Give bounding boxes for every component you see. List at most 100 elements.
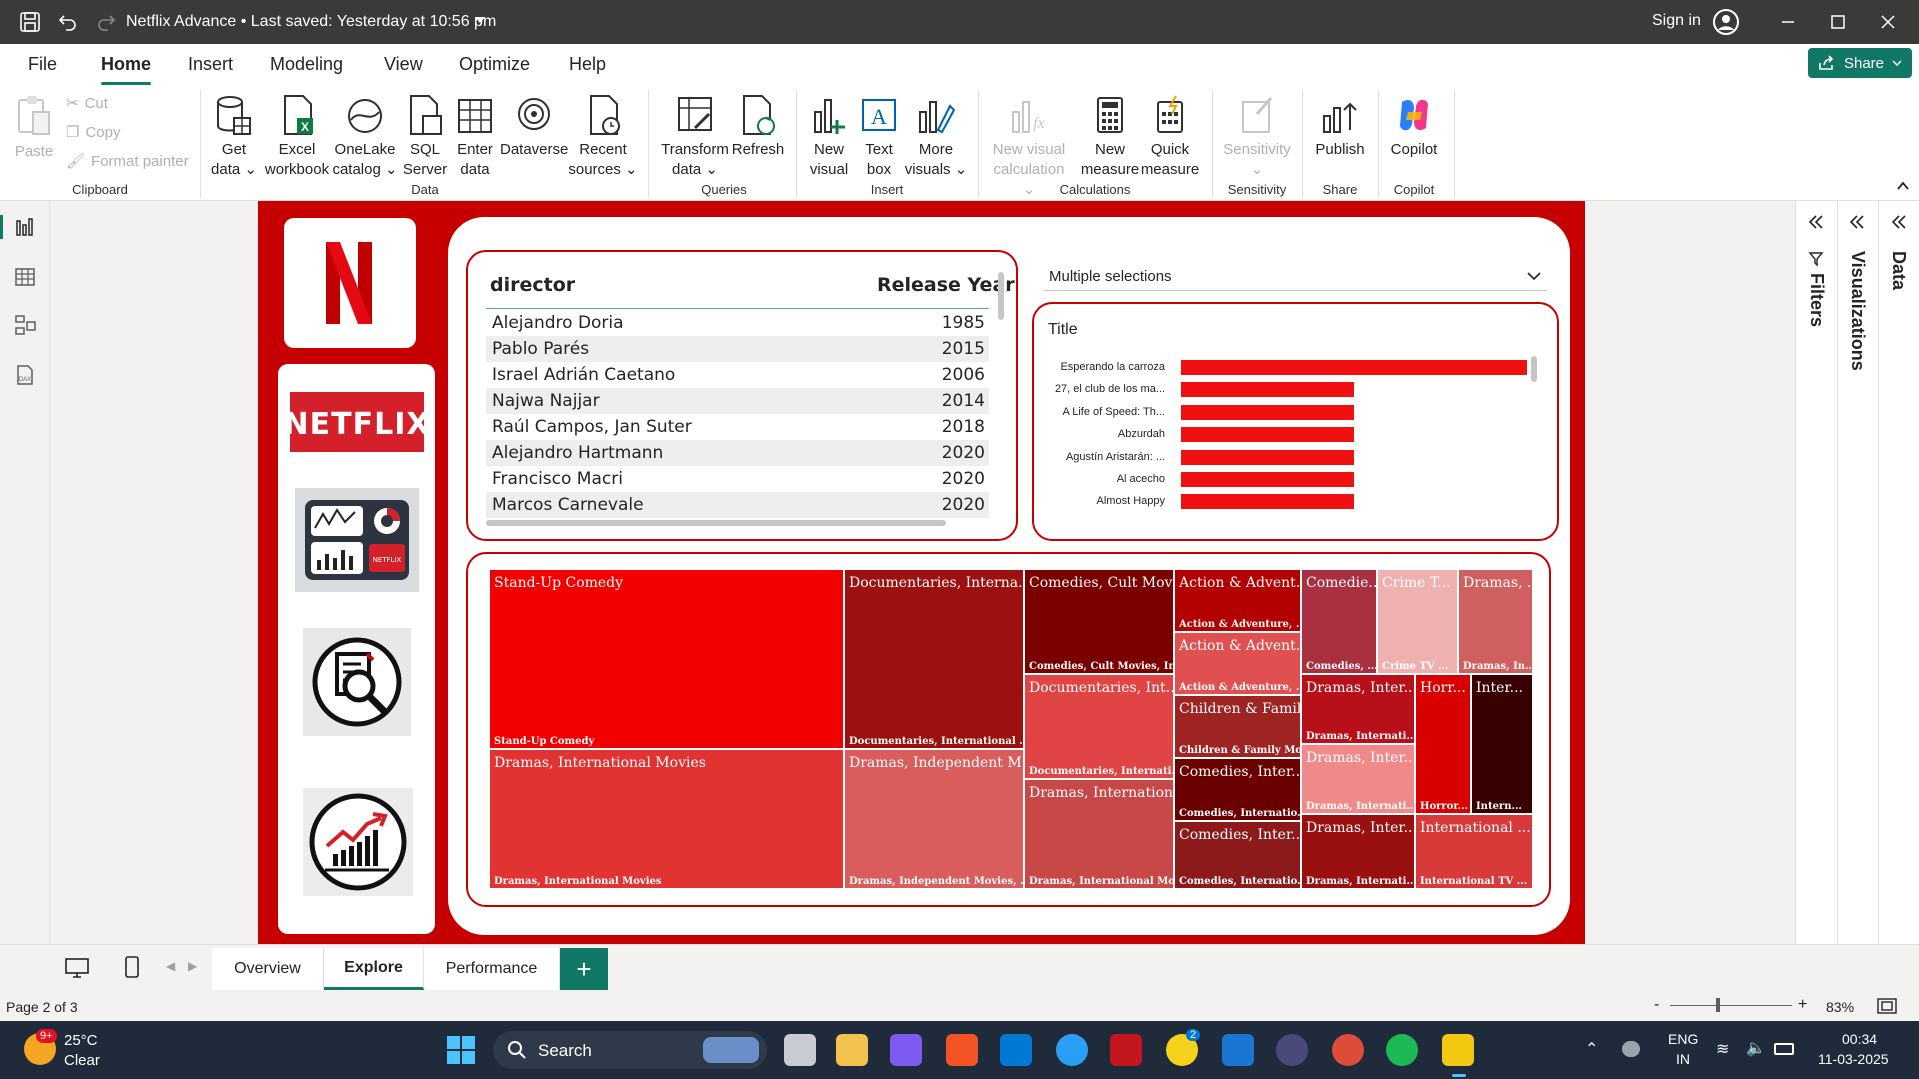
dax-query-view-icon[interactable]: DAX [13, 363, 37, 387]
report-view-icon[interactable] [13, 215, 37, 239]
treemap-tile[interactable]: Dramas, Independent M... Dramas, Independ… [844, 749, 1024, 889]
title-slicer-dropdown[interactable]: Multiple selections [1043, 261, 1547, 291]
add-page-button[interactable]: + [560, 948, 608, 990]
format-painter-button[interactable]: 🖌 Format painter [66, 152, 189, 171]
arc-browser-icon[interactable] [1276, 1034, 1308, 1066]
chrome-icon[interactable] [1332, 1034, 1364, 1066]
table-row[interactable]: Raúl Campos, Jan Suter 2018 [486, 414, 989, 440]
director-table-visual[interactable]: director Release Year Alejandro Doria 198… [466, 250, 1018, 541]
language-indicator[interactable]: ENG [1668, 1031, 1698, 1047]
treemap-tile[interactable]: Comedies, Cult Movi... Comedies, Cult Mov… [1024, 569, 1174, 674]
treemap-tile[interactable]: Dramas, Inter... Dramas, Internati... [1301, 814, 1415, 889]
recent-sources-button[interactable]: Recent sources ⌄ [568, 94, 638, 180]
quick-measure-button[interactable]: Quick measure [1140, 94, 1200, 180]
wifi-icon[interactable]: ≋ [1716, 1039, 1729, 1059]
minimize-icon[interactable] [1776, 10, 1800, 34]
onelake-catalog-button[interactable]: OneLake catalog ⌄ [332, 94, 398, 180]
table-row[interactable]: Alejandro Doria 1985 [486, 310, 989, 336]
enter-data-button[interactable]: Enter data [450, 94, 500, 180]
filters-pane-label[interactable]: Filters [1806, 273, 1827, 327]
taskbar-search[interactable]: Search [493, 1031, 767, 1069]
tab-home[interactable]: Home [101, 54, 152, 85]
zoom-in-button[interactable]: + [1798, 996, 1807, 1014]
table-row[interactable]: Najwa Najjar 2014 [486, 388, 989, 414]
treemap-tile[interactable]: Dramas, Inter... Dramas, Internati... [1301, 744, 1415, 814]
tab-help[interactable]: Help [569, 54, 606, 75]
chevron-down-icon[interactable] [474, 14, 486, 26]
task-view-icon[interactable] [784, 1034, 816, 1066]
scroll-pages-left-icon[interactable]: ◀ [166, 959, 175, 973]
tab-file[interactable]: File [28, 54, 57, 75]
tab-insert[interactable]: Insert [188, 54, 233, 75]
treemap-tile[interactable]: Action & Advent... Action & Adventure, ..… [1174, 569, 1301, 632]
page-tab-overview[interactable]: Overview [212, 948, 324, 990]
undo-icon[interactable] [56, 10, 80, 34]
table-row[interactable]: Francisco Macri 2020 [486, 466, 989, 492]
bar[interactable] [1181, 494, 1354, 510]
genre-treemap-visual[interactable]: Stand-Up Comedy Stand-Up Comedy Dramas, In… [466, 552, 1551, 907]
treemap-tile[interactable]: Comedie... Comedies, ... [1301, 569, 1377, 674]
treemap-tile[interactable]: Comedies, Inter... Comedies, Internatio..… [1174, 758, 1301, 821]
microsoft-store-icon[interactable] [946, 1034, 978, 1066]
bar[interactable] [1181, 449, 1354, 465]
file-explorer-icon[interactable] [836, 1034, 868, 1066]
copy-button[interactable]: ❐ Copy [66, 123, 120, 142]
table-header-release-year[interactable]: Release Year [877, 274, 1015, 296]
battery-icon[interactable] [1774, 1043, 1794, 1055]
spotify-icon[interactable] [1386, 1034, 1418, 1066]
tab-modeling[interactable]: Modeling [270, 54, 343, 75]
show-hidden-icons-icon[interactable]: ⌃ [1585, 1039, 1598, 1059]
fit-to-page-icon[interactable] [1876, 997, 1898, 1015]
treemap-tile[interactable]: Dramas, International Movies Dramas, Inte… [489, 749, 844, 889]
bar[interactable] [1181, 360, 1527, 375]
bar[interactable] [1181, 472, 1354, 487]
new-measure-button[interactable]: New measure [1080, 94, 1140, 180]
mcafee-icon[interactable] [1110, 1034, 1142, 1066]
copilot-taskbar-icon[interactable] [890, 1034, 922, 1066]
sql-server-button[interactable]: SQL Server [398, 94, 452, 180]
onedrive-icon[interactable] [1622, 1041, 1640, 1057]
clock-time[interactable]: 00:34 [1842, 1031, 1877, 1047]
horizontal-scrollbar[interactable] [486, 520, 946, 526]
excel-workbook-button[interactable]: X Excel workbook [262, 94, 332, 180]
save-icon[interactable] [18, 10, 42, 34]
account-icon[interactable] [1712, 8, 1740, 36]
transform-data-button[interactable]: Transform data ⌄ [658, 94, 732, 180]
treemap-tile[interactable]: Action & Advent... Action & Adventure, ..… [1174, 632, 1301, 695]
table-header-director[interactable]: director [490, 274, 575, 296]
bar[interactable] [1181, 404, 1354, 420]
clock-date[interactable]: 11-03-2025 [1818, 1051, 1889, 1067]
region-indicator[interactable]: IN [1676, 1051, 1690, 1067]
new-visual-button[interactable]: New visual [804, 94, 854, 180]
sensitivity-button[interactable]: Sensitivity ⌄ [1222, 94, 1292, 180]
treemap-tile[interactable]: Inter... Intern... [1471, 674, 1533, 814]
treemap-tile[interactable]: Documentaries, Interna... Documentaries, … [844, 569, 1024, 749]
table-row[interactable]: Israel Adrián Caetano 2006 [486, 362, 989, 388]
visualizations-pane-label[interactable]: Visualizations [1847, 251, 1868, 371]
model-view-icon[interactable] [13, 313, 37, 337]
treemap-tile[interactable]: Dramas, Inter... Dramas, Internati... [1301, 674, 1415, 744]
page-tab-performance[interactable]: Performance [424, 948, 560, 990]
treemap-tile[interactable]: Dramas, Internation... Dramas, Internatio… [1024, 779, 1174, 889]
publish-button[interactable]: Publish [1310, 94, 1370, 160]
treemap-tile[interactable]: Horr... Horror... [1415, 674, 1471, 814]
bar-chart-scrollbar[interactable] [1531, 356, 1537, 382]
close-icon[interactable] [1876, 10, 1900, 34]
copilot-button[interactable]: Copilot [1384, 94, 1444, 160]
windows-start-icon[interactable] [446, 1035, 476, 1065]
tab-optimize[interactable]: Optimize [459, 54, 530, 75]
zoom-out-button[interactable]: - [1654, 996, 1659, 1014]
zoom-slider-track[interactable] [1670, 1005, 1792, 1006]
redo-icon[interactable] [94, 10, 118, 34]
tab-view[interactable]: View [384, 54, 423, 75]
cut-button[interactable]: ✂ Cut [66, 94, 108, 113]
vertical-scrollbar[interactable] [998, 272, 1004, 320]
table-row[interactable]: Alejandro Hartmann 2020 [486, 440, 989, 466]
title-bar-chart-visual[interactable]: Title Esperando la carroza 27, el club de… [1032, 302, 1559, 541]
refresh-button[interactable]: Refresh [730, 94, 786, 160]
desktop-layout-icon[interactable] [64, 957, 90, 979]
app-icon[interactable] [1222, 1034, 1254, 1066]
paste-button[interactable]: Paste [12, 94, 56, 162]
treemap-tile[interactable]: Documentaries, Int... Documentaries, Inte… [1024, 674, 1174, 779]
table-row[interactable]: Marcos Carnevale 2020 [486, 492, 989, 518]
